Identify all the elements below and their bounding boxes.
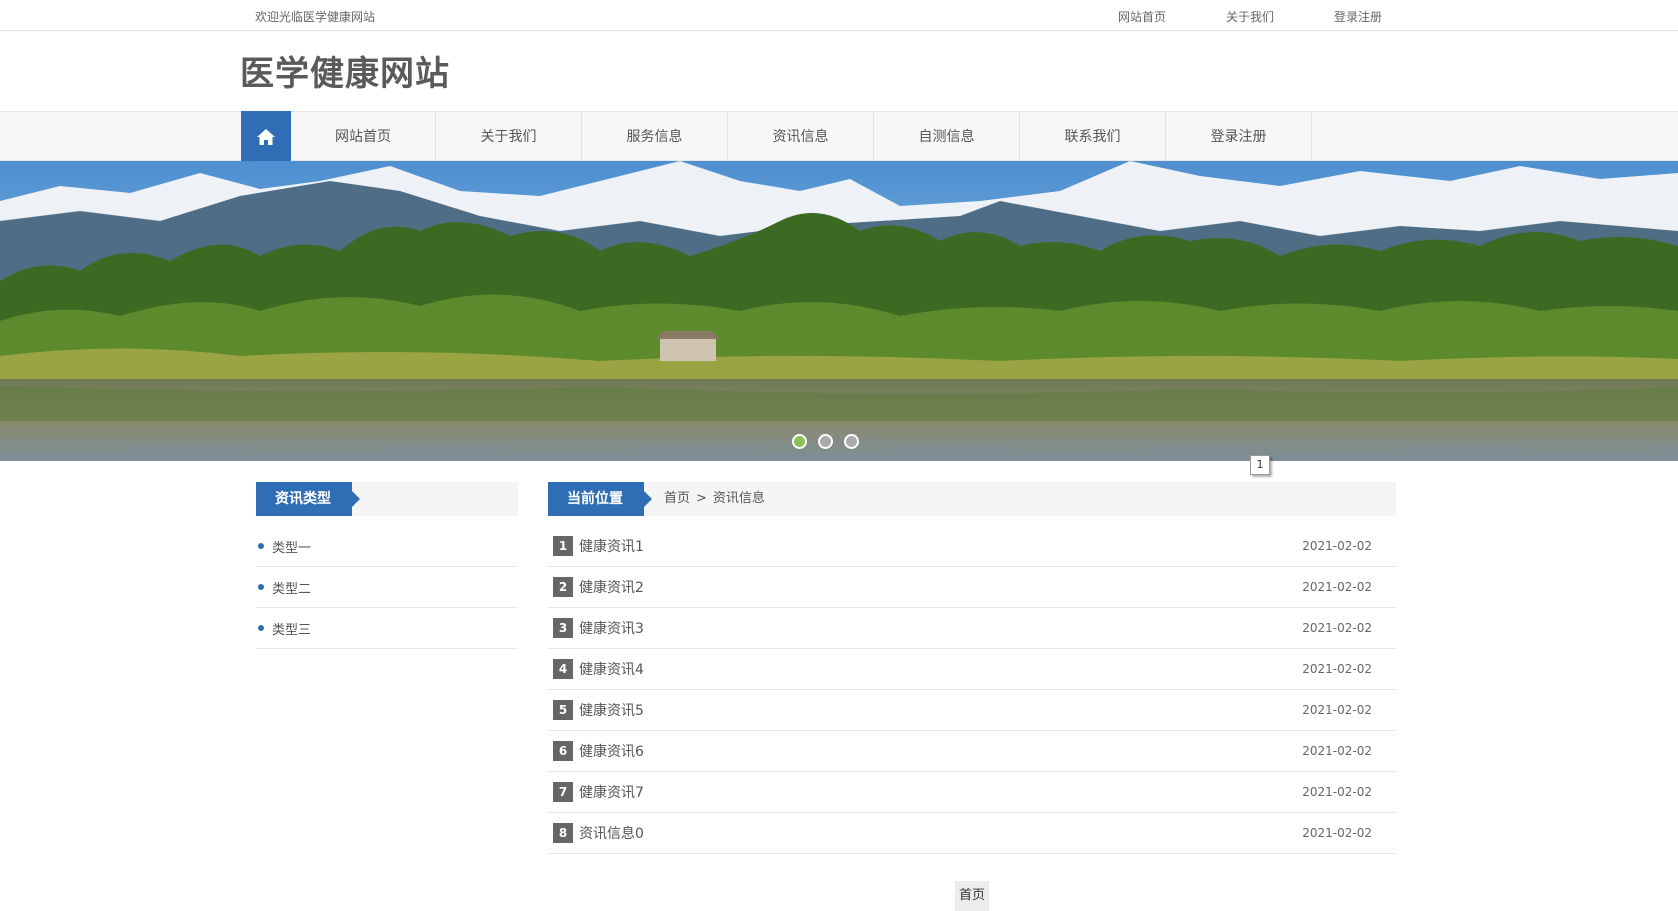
news-date: 2021-02-02 [1302,826,1372,840]
news-number-badge: 8 [553,823,573,843]
nav-item-services[interactable]: 服务信息 [582,112,728,160]
news-number-badge: 5 [553,700,573,720]
nav-item-news[interactable]: 资讯信息 [728,112,874,160]
breadcrumb-home-link[interactable]: 首页 [664,491,690,506]
news-item[interactable]: 3 健康资讯3 2021-02-02 [548,608,1396,649]
news-date: 2021-02-02 [1302,539,1372,553]
news-list: 1 健康资讯1 2021-02-02 2 健康资讯2 2021-02-02 3 … [548,526,1396,854]
top-link-about[interactable]: 关于我们 [1226,8,1274,25]
breadcrumb-header: 当前位置 首页 > 资讯信息 [548,482,1396,516]
news-number-badge: 2 [553,577,573,597]
news-item[interactable]: 1 健康资讯1 2021-02-02 [548,526,1396,567]
sidebar-item-type-3[interactable]: 类型三 [256,608,518,649]
pager-first-page-button[interactable]: 首页 [955,881,989,911]
sidebar-item-label: 类型二 [272,581,312,597]
sidebar-item-type-1[interactable]: 类型一 [256,526,518,567]
news-number-badge: 3 [553,618,573,638]
banner-dot-2[interactable] [818,434,833,449]
location-title: 当前位置 [548,482,652,516]
news-date: 2021-02-02 [1302,703,1372,717]
breadcrumb-separator: > [696,491,707,506]
sidebar-title: 资讯类型 [256,482,360,516]
news-title[interactable]: 健康资讯6 [579,741,644,761]
top-links: 网站首页 关于我们 登录注册 [1058,8,1382,25]
news-number-badge: 6 [553,741,573,761]
news-item[interactable]: 4 健康资讯4 2021-02-02 [548,649,1396,690]
news-date: 2021-02-02 [1302,785,1372,799]
nav-item-selftest[interactable]: 自测信息 [874,112,1020,160]
top-link-login[interactable]: 登录注册 [1334,8,1382,25]
bullet-icon [258,584,264,590]
news-title[interactable]: 健康资讯1 [579,536,644,556]
breadcrumb: 首页 > 资讯信息 [664,482,765,516]
sidebar-item-label: 类型一 [272,540,312,556]
nav-item-login[interactable]: 登录注册 [1166,112,1312,160]
news-date: 2021-02-02 [1302,621,1372,635]
nav-item-home[interactable]: 网站首页 [291,112,436,160]
news-item[interactable]: 8 资讯信息0 2021-02-02 [548,813,1396,854]
main-nav: 网站首页 关于我们 服务信息 资讯信息 自测信息 联系我们 登录注册 [0,111,1678,162]
news-title[interactable]: 健康资讯5 [579,700,644,720]
banner-image [0,161,1678,461]
news-item[interactable]: 5 健康资讯5 2021-02-02 [548,690,1396,731]
banner-page-indicator: 1 [1250,455,1270,475]
news-date: 2021-02-02 [1302,580,1372,594]
nav-home-button[interactable] [241,111,291,162]
news-title[interactable]: 健康资讯4 [579,659,644,679]
news-number-badge: 1 [553,536,573,556]
banner-dot-3[interactable] [844,434,859,449]
breadcrumb-current: 资讯信息 [712,491,765,506]
news-number-badge: 7 [553,782,573,802]
sidebar-item-type-2[interactable]: 类型二 [256,567,518,608]
news-date: 2021-02-02 [1302,744,1372,758]
news-title[interactable]: 资讯信息0 [579,823,644,843]
sidebar-list: 类型一 类型二 类型三 [256,526,518,649]
top-bar: 欢迎光临医学健康网站 网站首页 关于我们 登录注册 [0,0,1678,31]
nav-item-about[interactable]: 关于我们 [436,112,582,160]
news-title[interactable]: 健康资讯3 [579,618,644,638]
news-number-badge: 4 [553,659,573,679]
bullet-icon [258,625,264,631]
news-title[interactable]: 健康资讯7 [579,782,644,802]
banner-dot-1[interactable] [792,434,807,449]
news-item[interactable]: 2 健康资讯2 2021-02-02 [548,567,1396,608]
site-header: 医学健康网站 [0,31,1678,111]
news-title[interactable]: 健康资讯2 [579,577,644,597]
sidebar-item-label: 类型三 [272,622,312,638]
site-logo[interactable]: 医学健康网站 [240,46,450,95]
news-date: 2021-02-02 [1302,662,1372,676]
news-item[interactable]: 7 健康资讯7 2021-02-02 [548,772,1396,813]
welcome-text: 欢迎光临医学健康网站 [255,10,376,24]
nav-items: 网站首页 关于我们 服务信息 资讯信息 自测信息 联系我们 登录注册 [291,112,1312,160]
nav-item-contact[interactable]: 联系我们 [1020,112,1166,160]
bullet-icon [258,543,264,549]
sidebar-header: 资讯类型 [256,482,518,516]
news-item[interactable]: 6 健康资讯6 2021-02-02 [548,731,1396,772]
home-icon [257,128,275,145]
banner-slideshow[interactable] [0,161,1678,461]
banner-dots [792,434,859,449]
top-link-home[interactable]: 网站首页 [1118,8,1166,25]
